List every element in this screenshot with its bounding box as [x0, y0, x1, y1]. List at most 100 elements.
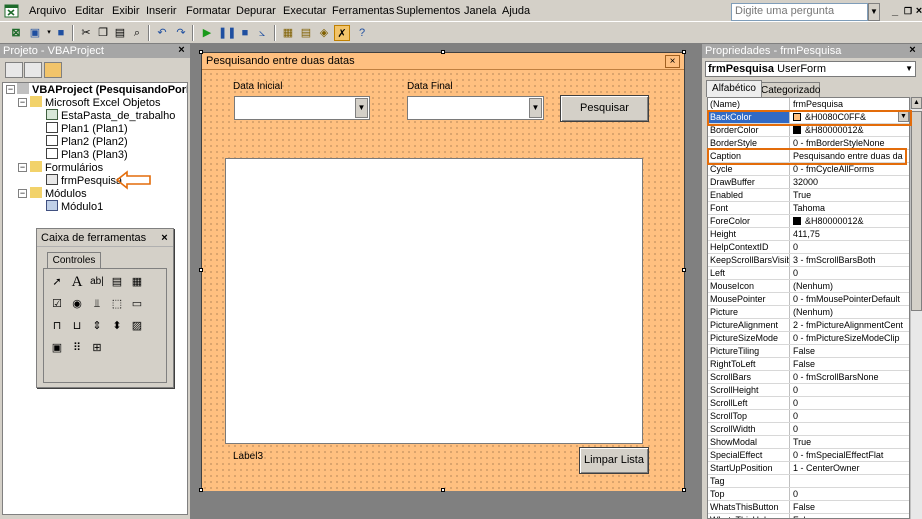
resize-handle[interactable]: [682, 50, 686, 54]
property-value[interactable]: 0: [791, 410, 909, 422]
menu-janela[interactable]: Janela: [464, 4, 496, 18]
properties-window-icon[interactable]: ▤: [298, 25, 314, 41]
excel-vba-icon[interactable]: [4, 3, 20, 19]
property-value[interactable]: 0 - fmScrollBarsNone: [791, 371, 909, 383]
close-icon[interactable]: ×: [913, 5, 922, 17]
object-selector[interactable]: frmPesquisa UserForm ▼: [705, 61, 916, 77]
property-row-picturesizemode[interactable]: PictureSizeMode 0 - fmPictureSizeModeClip: [708, 332, 909, 345]
menu-inserir[interactable]: Inserir: [146, 4, 177, 18]
refedit-tool-icon[interactable]: ▣: [48, 339, 66, 357]
label-data-inicial[interactable]: Data Inicial: [233, 81, 282, 92]
property-row-picture[interactable]: Picture (Nenhum): [708, 306, 909, 319]
object-browser-icon[interactable]: ◈: [316, 25, 332, 41]
combobox-data-inicial[interactable]: ▼: [234, 96, 370, 120]
menu-exibir[interactable]: Exibir: [112, 4, 140, 18]
property-row-specialeffect[interactable]: SpecialEffect 0 - fmSpecialEffectFlat: [708, 449, 909, 462]
property-value[interactable]: 2 - fmPictureAlignmentCent: [791, 319, 909, 331]
property-row-scrollheight[interactable]: ScrollHeight 0: [708, 384, 909, 397]
property-row-forecolor[interactable]: ForeColor &H80000012&: [708, 215, 909, 228]
tree-folder-excel-objects[interactable]: Microsoft Excel Objetos: [30, 96, 161, 109]
chevron-down-icon[interactable]: ▼: [529, 98, 542, 118]
tree-item-plan2[interactable]: Plan2 (Plan2): [46, 135, 128, 148]
property-value[interactable]: &H80000012&: [791, 124, 909, 136]
toolbox-window[interactable]: Caixa de ferramentas × Controles ➚ A ab|…: [36, 228, 174, 388]
property-row-backcolor[interactable]: BackColor &H0080C0FF& ▼: [708, 111, 909, 124]
property-row-height[interactable]: Height 411,75: [708, 228, 909, 241]
design-mode-icon[interactable]: ⦣: [254, 25, 270, 41]
menu-ferramentas[interactable]: Ferramentas: [332, 4, 394, 18]
property-value[interactable]: 0: [791, 397, 909, 409]
button-tool-icon[interactable]: ▭: [128, 295, 146, 313]
chevron-down-icon[interactable]: ▼: [898, 111, 909, 122]
menu-executar[interactable]: Executar: [283, 4, 326, 18]
close-icon[interactable]: ×: [176, 45, 187, 56]
close-icon[interactable]: ×: [665, 55, 680, 68]
property-row-righttoleft[interactable]: RightToLeft False: [708, 358, 909, 371]
property-value[interactable]: 32000: [791, 176, 909, 188]
help-icon[interactable]: ?: [354, 25, 370, 41]
cut-icon[interactable]: ✂: [78, 25, 94, 41]
property-value[interactable]: False: [791, 345, 909, 357]
toggle-folders-icon[interactable]: [44, 62, 62, 78]
property-row-borderstyle[interactable]: BorderStyle 0 - fmBorderStyleNone: [708, 137, 909, 150]
property-row-font[interactable]: Font Tahoma: [708, 202, 909, 215]
resize-handle[interactable]: [441, 488, 445, 492]
property-value[interactable]: Pesquisando entre duas da: [791, 150, 909, 162]
tree-item-frmpesquisa[interactable]: frmPesquisa: [46, 174, 122, 187]
break-icon[interactable]: ❚❚: [218, 25, 236, 41]
pointer-icon[interactable]: ➚: [48, 273, 66, 291]
property-row-mouseicon[interactable]: MouseIcon (Nenhum): [708, 280, 909, 293]
view-object-icon[interactable]: [24, 62, 42, 78]
menu-arquivo[interactable]: Arquivo: [29, 4, 66, 18]
save-icon[interactable]: ■: [53, 25, 69, 41]
combobox-data-final[interactable]: ▼: [407, 96, 544, 120]
toolbox-tab-controls[interactable]: Controles: [47, 252, 101, 268]
tree-item-modulo1[interactable]: Módulo1: [46, 200, 103, 213]
paste-icon[interactable]: ▤: [112, 25, 128, 41]
property-value[interactable]: 411,75: [791, 228, 909, 240]
property-row-whatsthisbutton[interactable]: WhatsThisButton False: [708, 501, 909, 514]
view-excel-icon[interactable]: ⊠: [8, 25, 24, 41]
property-row-drawbuffer[interactable]: DrawBuffer 32000: [708, 176, 909, 189]
property-value[interactable]: 1 - CenterOwner: [791, 462, 909, 474]
collapse-icon[interactable]: −: [18, 189, 27, 198]
combobox-tool-icon[interactable]: ▤: [108, 273, 126, 291]
copy-icon[interactable]: ❐: [95, 25, 111, 41]
tree-item-plan1[interactable]: Plan1 (Plan1): [46, 122, 128, 135]
frame-tool-icon[interactable]: ⬚: [108, 295, 126, 313]
userform-frmpesquisa[interactable]: Pesquisando entre duas datas × Data Inic…: [201, 52, 685, 491]
image-tool-icon[interactable]: ▨: [128, 317, 146, 335]
tree-folder-modules[interactable]: Módulos: [30, 187, 87, 200]
treeview-tool-icon[interactable]: ⊞: [88, 339, 106, 357]
label-tool-icon[interactable]: A: [68, 273, 86, 291]
property-value[interactable]: 0 - fmCycleAllForms: [791, 163, 909, 175]
ask-question-input[interactable]: Digite uma pergunta: [731, 3, 868, 21]
property-value[interactable]: frmPesquisa: [791, 98, 909, 110]
property-value[interactable]: 0 - fmMousePointerDefault: [791, 293, 909, 305]
property-value[interactable]: 0 - fmPictureSizeModeClip: [791, 332, 909, 344]
property-row-name[interactable]: (Name) frmPesquisa: [708, 98, 909, 111]
project-explorer-icon[interactable]: ▦: [280, 25, 296, 41]
property-value[interactable]: (Nenhum): [791, 306, 909, 318]
property-value[interactable]: 0: [791, 267, 909, 279]
search-button[interactable]: Pesquisar: [560, 95, 649, 122]
property-row-left[interactable]: Left 0: [708, 267, 909, 280]
chevron-down-icon[interactable]: ▼: [905, 62, 913, 76]
property-value[interactable]: 0: [791, 241, 909, 253]
find-icon[interactable]: ⌕: [129, 25, 145, 41]
property-row-scrollwidth[interactable]: ScrollWidth 0: [708, 423, 909, 436]
toolbox-icon[interactable]: ✗: [334, 25, 350, 41]
scrollbar-tool-icon[interactable]: ⇕: [88, 317, 106, 335]
property-row-scrolltop[interactable]: ScrollTop 0: [708, 410, 909, 423]
resize-handle[interactable]: [199, 268, 203, 272]
property-row-top[interactable]: Top 0: [708, 488, 909, 501]
property-value[interactable]: False: [791, 501, 909, 513]
view-code-icon[interactable]: [5, 62, 23, 78]
results-listbox[interactable]: [225, 158, 643, 444]
property-row-cycle[interactable]: Cycle 0 - fmCycleAllForms: [708, 163, 909, 176]
property-value[interactable]: Tahoma: [791, 202, 909, 214]
property-row-picturetiling[interactable]: PictureTiling False: [708, 345, 909, 358]
property-row-helpcontextid[interactable]: HelpContextID 0: [708, 241, 909, 254]
label3[interactable]: Label3: [233, 451, 263, 462]
chevron-down-icon[interactable]: ▼: [355, 98, 368, 118]
